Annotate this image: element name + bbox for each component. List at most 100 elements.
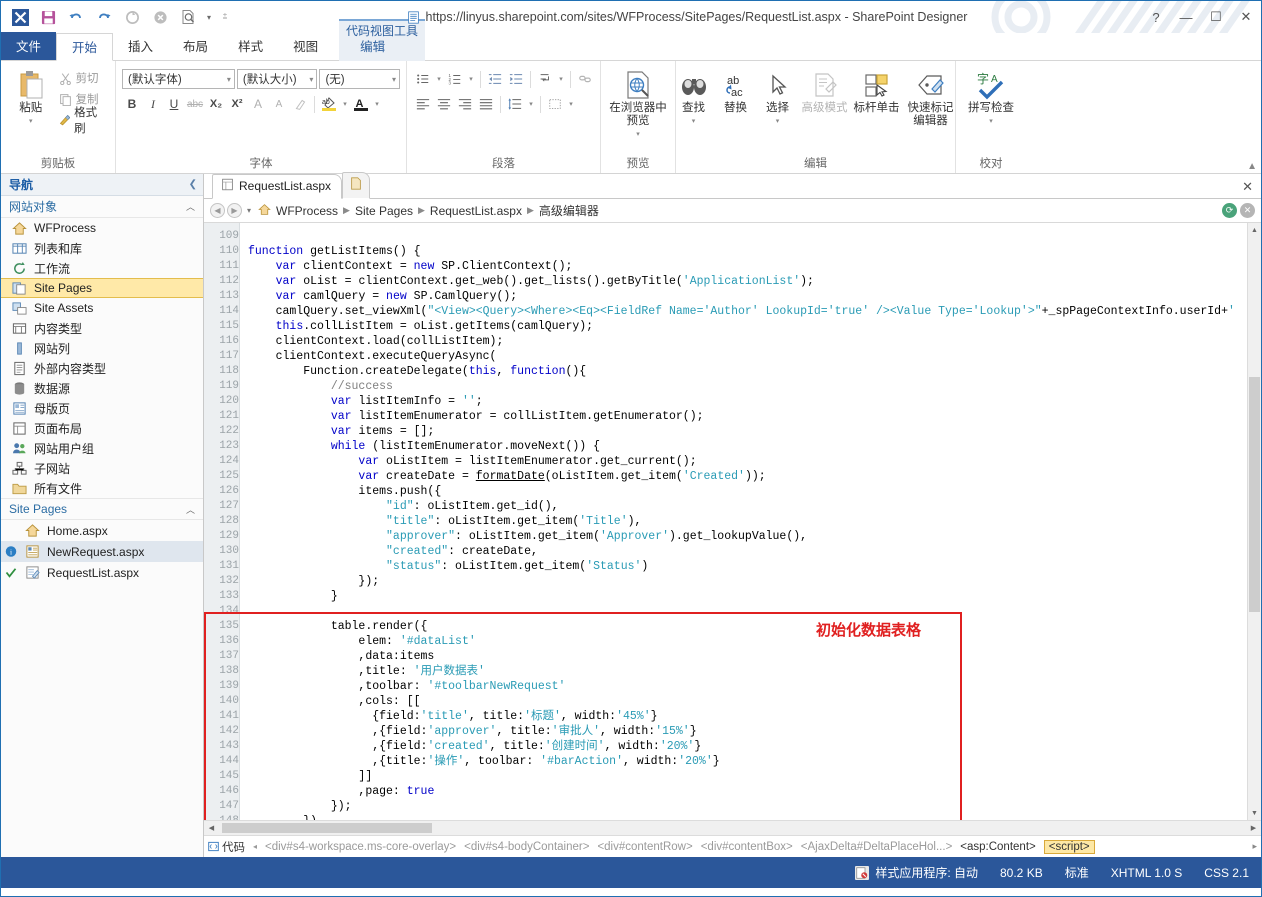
style-application-status[interactable]: 样式应用程序: 自动	[855, 864, 978, 881]
nav-item-home-aspx[interactable]: Home.aspx	[1, 520, 203, 541]
tag-selector-bar[interactable]: 代码 ◂ <div#s4-workspace.ms-core-overlay> …	[204, 835, 1261, 857]
scroll-left-button[interactable]: ◀	[204, 824, 219, 832]
horizontal-scroll-thumb[interactable]	[222, 823, 432, 833]
italic-button[interactable]: I	[143, 94, 163, 114]
tab-edit[interactable]: 编辑	[345, 32, 400, 60]
undo-icon[interactable]	[63, 5, 89, 29]
select-dropdown-icon[interactable]: ▾	[776, 115, 780, 128]
vertical-scrollbar[interactable]: ▲ ▼	[1247, 223, 1261, 820]
shrink-font-button[interactable]: A	[269, 94, 289, 114]
nav-item-external-content-types[interactable]: 外部内容类型	[1, 358, 203, 378]
bullet-dropdown-icon[interactable]: ▾	[434, 69, 444, 89]
chevron-up-icon[interactable]: ︿	[186, 200, 195, 213]
minimize-button[interactable]: —	[1171, 4, 1201, 30]
nav-item-master-pages[interactable]: 母版页	[1, 398, 203, 418]
underline-button[interactable]: U	[164, 94, 184, 114]
font-style-combo[interactable]: (无) ▾	[319, 69, 400, 89]
chevron-left-icon[interactable]: ❮	[189, 179, 197, 190]
customize-icon[interactable]: ⩲	[217, 5, 233, 29]
nav-item-newrequest-aspx[interactable]: i NewRequest.aspx	[1, 541, 203, 562]
horizontal-scrollbar[interactable]: ◀ ▶	[204, 820, 1261, 835]
tagbar-back-arrow[interactable]: ◂	[253, 842, 257, 851]
borders-button[interactable]	[545, 94, 565, 114]
stop-icon[interactable]	[147, 5, 173, 29]
tab-file[interactable]: 文件	[1, 32, 57, 60]
breadcrumb-back-button[interactable]: ◀	[210, 203, 225, 218]
breadcrumb-close-button[interactable]: ✕	[1240, 203, 1255, 218]
line-break-button[interactable]	[535, 69, 555, 89]
code-view-toggle[interactable]: 代码	[208, 839, 245, 855]
link-button[interactable]	[575, 69, 595, 89]
tab-layout[interactable]: 布局	[168, 32, 223, 60]
nav-item-site-columns[interactable]: 网站列	[1, 338, 203, 358]
line-break-dropdown-icon[interactable]: ▾	[556, 69, 566, 89]
align-left-button[interactable]	[413, 94, 433, 114]
line-spacing-dropdown-icon[interactable]: ▾	[526, 94, 536, 114]
superscript-button[interactable]: X²	[227, 94, 247, 114]
quick-tag-editor-button[interactable]: 快速标记 编辑器	[903, 66, 959, 128]
help-button[interactable]: ?	[1141, 4, 1171, 30]
qat-dropdown-icon[interactable]: ▾	[203, 5, 215, 29]
redo-icon[interactable]	[91, 5, 117, 29]
subscript-button[interactable]: X₂	[206, 94, 226, 114]
tab-view[interactable]: 视图	[278, 32, 333, 60]
select-button[interactable]: 选择 ▾	[757, 66, 799, 128]
nav-item-lists-libraries[interactable]: 列表和库	[1, 238, 203, 258]
breadcrumb-refresh-button[interactable]: ⟳	[1222, 203, 1237, 218]
close-document-button[interactable]: ✕	[1242, 179, 1253, 195]
font-color-dropdown-icon[interactable]: ▾	[372, 94, 382, 114]
breadcrumb-item-wfprocess[interactable]: WFProcess	[276, 204, 338, 218]
numbered-dropdown-icon[interactable]: ▾	[466, 69, 476, 89]
breadcrumb-item-advanced-editor[interactable]: 高级编辑器	[539, 202, 599, 219]
breadcrumb-item-requestlist[interactable]: RequestList.aspx	[430, 204, 522, 218]
collapse-ribbon-button[interactable]: ▲	[1247, 161, 1257, 172]
outdent-button[interactable]	[485, 69, 505, 89]
document-tab-requestlist[interactable]: RequestList.aspx	[212, 174, 343, 199]
nav-item-requestlist-aspx[interactable]: RequestList.aspx	[1, 562, 203, 583]
nav-item-site-assets[interactable]: Site Assets	[1, 298, 203, 318]
numbered-list-button[interactable]: 123	[445, 69, 465, 89]
scroll-right-button[interactable]: ▶	[1246, 824, 1261, 832]
find-button[interactable]: 查找 ▾	[673, 66, 715, 128]
font-color-button[interactable]: A	[351, 94, 371, 114]
code-editor[interactable]: 109 110 111 112 113 114 115 116 117 118 119 120 121 1…	[204, 223, 1261, 820]
scroll-up-button[interactable]: ▲	[1248, 223, 1261, 237]
tagbar-forward-arrow[interactable]: ▸	[1252, 841, 1257, 852]
nav-item-wfprocess[interactable]: WFProcess	[1, 218, 203, 238]
strikethrough-button[interactable]: abc	[185, 94, 205, 114]
replace-button[interactable]: ab ac 替换	[715, 66, 757, 115]
ribbon-tab-strip[interactable]: 代码视图工具 文件 开始 插入 布局 样式 视图 编辑	[1, 19, 1261, 61]
breadcrumb-item-site-pages[interactable]: Site Pages	[355, 204, 413, 218]
cut-button[interactable]: 剪切	[55, 68, 109, 88]
bold-button[interactable]: B	[122, 94, 142, 114]
tab-home[interactable]: 开始	[56, 33, 114, 61]
spell-check-button[interactable]: 字A 拼写检查 ▾	[961, 66, 1021, 128]
tab-insert[interactable]: 插入	[113, 32, 168, 60]
nav-item-content-types[interactable]: 内容类型	[1, 318, 203, 338]
highlight-button[interactable]: ab	[319, 94, 339, 114]
code-text[interactable]: function getListItems() { var clientCont…	[240, 223, 1261, 820]
breadcrumb[interactable]: ◀ ▶ ▾ WFProcess ▶ Site Pages ▶ RequestLi…	[204, 199, 1261, 223]
tag-item-contentbox[interactable]: <div#contentBox>	[701, 841, 793, 853]
find-dropdown-icon[interactable]: ▾	[692, 115, 696, 128]
breadcrumb-forward-button[interactable]: ▶	[227, 203, 242, 218]
chevron-up-icon[interactable]: ︿	[186, 503, 195, 516]
window-controls[interactable]: ? — ☐ ✕	[1141, 4, 1261, 30]
paste-dropdown-icon[interactable]: ▾	[29, 115, 33, 128]
clear-format-button[interactable]	[290, 94, 310, 114]
quick-access-toolbar[interactable]: ▾ ⩲	[1, 5, 233, 29]
tag-item-ajaxdelta[interactable]: <AjaxDelta#DeltaPlaceHol...>	[801, 841, 953, 853]
nav-section-site-objects[interactable]: 网站对象 ︿	[1, 196, 203, 218]
font-family-combo[interactable]: (默认字体) ▾	[122, 69, 235, 89]
indent-button[interactable]	[506, 69, 526, 89]
format-painter-button[interactable]: 格式刷	[55, 107, 109, 135]
bullet-list-button[interactable]	[413, 69, 433, 89]
document-tab-bar[interactable]: RequestList.aspx ✕	[204, 172, 1261, 199]
nav-item-subsites[interactable]: 子网站	[1, 458, 203, 478]
nav-section-site-pages[interactable]: Site Pages ︿	[1, 498, 203, 520]
align-right-button[interactable]	[455, 94, 475, 114]
grow-font-button[interactable]: A	[248, 94, 268, 114]
borders-dropdown-icon[interactable]: ▾	[566, 94, 576, 114]
tag-item-asp-content[interactable]: <asp:Content>	[960, 841, 1035, 853]
line-spacing-button[interactable]	[505, 94, 525, 114]
